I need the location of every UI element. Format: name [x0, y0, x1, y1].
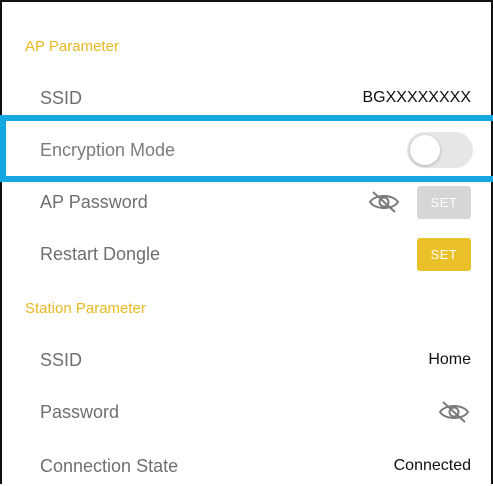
ap-password-set-button[interactable]: SET [417, 185, 471, 219]
connection-state-value: Connected [393, 457, 471, 474]
restart-dongle-row: Restart Dongle SET [4, 234, 489, 274]
ap-ssid-label: SSID [40, 87, 83, 108]
restart-dongle-set-button[interactable]: SET [417, 237, 471, 271]
ap-ssid-row[interactable]: SSID BGXXXXXXXX [4, 78, 489, 118]
ap-parameter-header: AP Parameter [25, 38, 119, 55]
settings-panel: AP Parameter SSID BGXXXXXXXX Encryption … [0, 0, 493, 484]
station-ssid-label: SSID [40, 349, 83, 370]
eye-off-icon[interactable] [367, 189, 401, 215]
eye-off-icon[interactable] [437, 399, 471, 425]
ap-password-label: AP Password [40, 191, 148, 212]
encryption-mode-row: Encryption Mode [4, 130, 489, 170]
station-parameter-header: Station Parameter [25, 300, 146, 317]
station-password-label: Password [40, 401, 120, 422]
ap-ssid-value: BGXXXXXXXX [362, 89, 472, 106]
toggle-knob [410, 135, 440, 165]
connection-state-row: Connection State Connected [4, 446, 489, 486]
station-password-row[interactable]: Password [4, 392, 489, 432]
restart-dongle-label: Restart Dongle [40, 243, 161, 264]
station-ssid-value: Home [428, 351, 471, 368]
ap-password-row: AP Password SET [4, 182, 489, 222]
station-ssid-row[interactable]: SSID Home [4, 340, 489, 380]
connection-state-label: Connection State [40, 455, 179, 476]
encryption-mode-toggle[interactable] [407, 132, 473, 168]
encryption-mode-label: Encryption Mode [40, 139, 176, 160]
